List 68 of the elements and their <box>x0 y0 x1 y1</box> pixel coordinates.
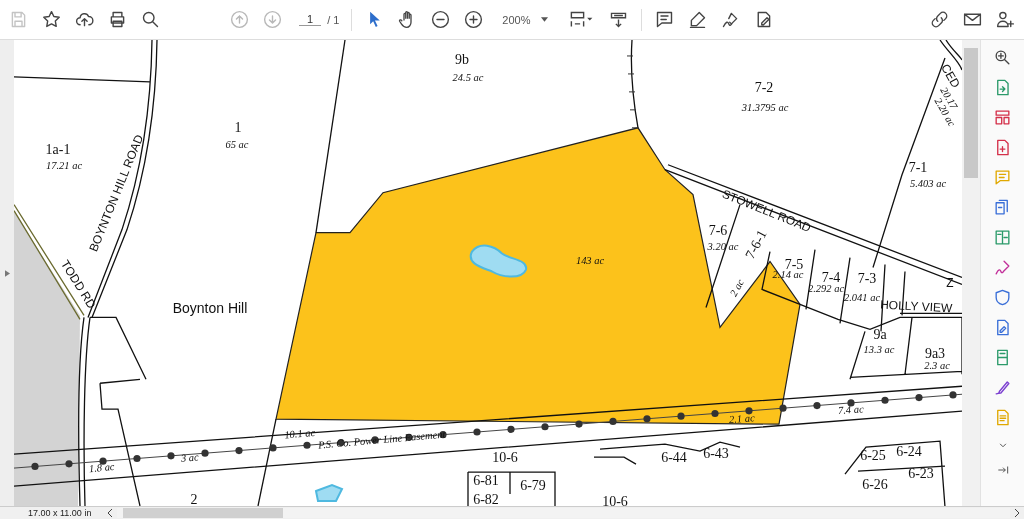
pond-drawing <box>314 483 344 502</box>
parcel-number: 6-26 <box>862 477 888 493</box>
parcel-number: 6-23 <box>908 466 934 482</box>
parcel-number: 6-43 <box>703 446 729 462</box>
zoom-out-icon[interactable] <box>430 9 452 30</box>
parcel-area: 2.041 ac <box>843 292 881 304</box>
parcel-number: 6-81 <box>473 473 499 489</box>
parcel-number: 7-6-1 <box>742 227 770 262</box>
parcel-number: 10-6 <box>492 450 518 466</box>
link-icon[interactable] <box>929 9 950 30</box>
page-total: / 1 <box>327 13 340 26</box>
zoom-in-icon[interactable] <box>463 9 485 30</box>
road-name: Z <box>946 276 954 291</box>
parcel-number: 6-82 <box>473 492 499 506</box>
parcel-number: 7-4 <box>821 270 841 286</box>
page-size: 17.00 x 11.00 in <box>27 508 93 518</box>
zoom-icon[interactable] <box>993 48 1012 67</box>
parcel-area: P.S. Co. Power Line Easement <box>317 428 446 451</box>
parcel-number: 1a-1 <box>45 141 71 157</box>
road-name: HOLLY VIEW <box>879 297 953 316</box>
parcel-number: 6-25 <box>860 448 886 464</box>
parcel-area: 143 ac <box>575 254 605 266</box>
parcel-area: 2 ac <box>727 277 746 299</box>
parcel-area: 5.403 ac <box>909 177 947 189</box>
vertical-scrollbar[interactable] <box>962 40 980 506</box>
shield-icon[interactable] <box>993 288 1012 307</box>
columns-icon[interactable] <box>993 228 1012 247</box>
scroll-right-icon[interactable] <box>1014 509 1020 517</box>
parcel-number: 7-3 <box>857 271 877 287</box>
star-icon[interactable] <box>41 9 62 30</box>
parcel-area: 2.1 ac <box>728 412 755 426</box>
parcel-area: 1.8 ac <box>88 461 115 475</box>
search-icon[interactable] <box>140 9 161 30</box>
parcel-area: 3 ac <box>180 451 199 464</box>
parcel-number: 6-24 <box>896 444 922 460</box>
parcel-number: 2 <box>190 492 198 506</box>
parcel-area: 2.3 ac <box>924 360 950 372</box>
parcel-area: 24.5 ac <box>452 71 484 83</box>
pages-icon[interactable] <box>993 108 1012 127</box>
parcel-area: 17.21 ac <box>45 159 83 171</box>
brush-icon[interactable] <box>993 378 1012 397</box>
parcel-area: 3.20 ac <box>707 240 739 252</box>
pen-icon[interactable] <box>993 258 1012 277</box>
parcel-area: 31.3795 ac <box>741 101 789 113</box>
parcel-area: 65 ac <box>225 138 249 150</box>
parcel-area: 13.3 ac <box>863 344 895 356</box>
parcel-number: 6-79 <box>520 478 546 494</box>
parcel-number: 7-1 <box>908 159 928 175</box>
scrollbar-thumb[interactable] <box>964 48 978 178</box>
parcel-number: 9a3 <box>924 346 946 362</box>
pond-drawing <box>469 244 528 278</box>
parcel-number: 7-5 <box>784 256 804 272</box>
parcel-area: 7.4 ac <box>837 403 864 417</box>
place-name: Boynton Hill <box>172 300 248 317</box>
scrollbar-thumb[interactable] <box>123 508 284 518</box>
scroll-left-icon[interactable] <box>107 509 114 517</box>
caret-icon <box>540 17 548 22</box>
parcel-number: 7-2 <box>754 79 774 95</box>
zoom-dropdown[interactable]: 200% <box>496 13 554 26</box>
parcel-number: 9b <box>455 51 469 67</box>
parcel-number: 1 <box>234 119 242 135</box>
expand-panel-icon[interactable] <box>4 269 10 277</box>
parcel-number: 6-44 <box>661 450 687 466</box>
page-number-field[interactable]: 1 <box>299 13 322 26</box>
add-user-icon[interactable] <box>995 9 1016 30</box>
parcel-number: 9a <box>873 327 887 343</box>
parcel-number: 7-6 <box>708 222 728 238</box>
parcel-number: 10-6 <box>602 494 628 506</box>
